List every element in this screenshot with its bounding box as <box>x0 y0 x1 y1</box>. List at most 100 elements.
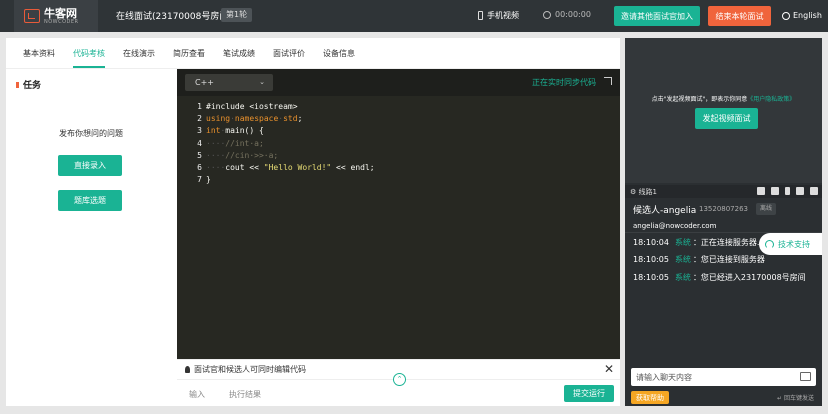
video-hint-text: 点击"发起视频面试"，即表示你同意 <box>651 96 748 103</box>
line-select[interactable]: ⚙ 线路1 <box>630 187 657 197</box>
task-title: 任务 <box>16 78 41 91</box>
task-description: 发布你想问的问题 <box>59 129 123 138</box>
language-select[interactable]: C++ ⌄ <box>185 74 273 91</box>
invite-interviewer-button[interactable]: 邀请其他面试官加入 <box>614 6 700 26</box>
round-badge: 第1轮 <box>221 8 253 22</box>
phone-video-button[interactable]: 手机视频 <box>478 10 519 21</box>
code-token: using <box>206 114 231 124</box>
code-line[interactable]: 6 ···· cout << "Hello World!" << endl; <box>177 162 620 174</box>
tab-bar: 基本资料 代码考核 在线演示 简历查看 笔试成绩 面试评价 设备信息 <box>6 38 620 69</box>
code-token: main() { <box>225 126 264 136</box>
code-token: << endl; <box>331 162 375 172</box>
video-icon[interactable] <box>796 187 804 195</box>
privacy-policy-link[interactable]: 《用户隐私政策》 <box>747 96 795 103</box>
line-number: 7 <box>197 175 202 185</box>
logo-subtitle: NOWCODER <box>44 18 79 25</box>
tab-device-info[interactable]: 设备信息 <box>314 38 364 68</box>
tech-support-label: 技术支持 <box>778 239 810 249</box>
phone-icon <box>478 11 483 20</box>
start-video-button[interactable]: 发起视频面试 <box>695 108 758 129</box>
code-token: ···· <box>206 162 226 172</box>
submit-run-button[interactable]: 提交运行 <box>564 385 614 402</box>
phone-video-label: 手机视频 <box>487 11 519 20</box>
code-line[interactable]: 2 using · namespace · std; <box>177 113 620 125</box>
main-panel: 基本资料 代码考核 在线演示 简历查看 笔试成绩 面试评价 设备信息 任务 发布… <box>6 38 620 406</box>
interview-timer: 00:00:00 <box>543 10 591 19</box>
enter-send-hint: ↵ 回车键发送 <box>777 395 814 402</box>
microphone-icon[interactable] <box>785 187 790 195</box>
direct-input-button[interactable]: 直接录入 <box>58 155 122 176</box>
code-line[interactable]: 7} <box>177 174 620 186</box>
code-line[interactable]: 4 ····//int·a; <box>177 138 620 150</box>
chevron-down-icon: ⌄ <box>259 78 265 86</box>
code-token: std <box>283 114 298 124</box>
expand-icon[interactable] <box>604 77 612 85</box>
candidate-name: 候选人-angelia <box>633 206 697 216</box>
code-content[interactable]: 1 #include <iostream> 2 using · namespace · std… <box>177 101 620 186</box>
screenshot-icon[interactable] <box>771 187 779 195</box>
tab-written-scores[interactable]: 笔试成绩 <box>214 38 264 68</box>
tab-resume[interactable]: 简历查看 <box>164 38 214 68</box>
code-token: ···· <box>206 138 226 148</box>
code-token: namespace <box>234 114 279 124</box>
video-consent-hint: 点击"发起视频面试"，即表示你同意《用户隐私政策》 <box>625 94 822 103</box>
tab-evaluation[interactable]: 面试评价 <box>264 38 314 68</box>
language-select-value: C++ <box>195 78 214 87</box>
timer-value: 00:00:00 <box>555 10 591 19</box>
code-line[interactable]: 1 #include <iostream> <box>177 101 620 113</box>
chat-message: 18:10:04 系统 ：正在连接服务器... <box>633 238 765 247</box>
clock-icon <box>543 10 551 19</box>
room-title: 在线面试(23170008号房间) <box>116 12 232 22</box>
camera-icon[interactable] <box>757 187 765 195</box>
language-label: English <box>793 11 822 20</box>
code-line[interactable]: 3 int · main() { <box>177 125 620 137</box>
chat-input-box <box>631 368 816 386</box>
code-token: //int·a; <box>225 138 264 148</box>
line-number: 1 <box>197 102 202 111</box>
code-token: cout << <box>225 162 264 172</box>
chat-message: 18:10:05 系统 ：您已连接到服务器 <box>633 255 765 264</box>
task-pane: 任务 发布你想问的问题 直接录入 题库选题 <box>6 69 176 406</box>
get-help-button[interactable]: 获取帮助 <box>631 391 669 404</box>
tab-basic-info[interactable]: 基本资料 <box>14 38 64 68</box>
code-token: #include <iostream> <box>206 102 298 111</box>
chat-input[interactable] <box>631 368 791 386</box>
end-round-button[interactable]: 结束本轮面试 <box>708 6 771 26</box>
editor-hint: 面试官和候选人可同时编辑代码 <box>194 365 306 374</box>
top-bar: 牛客网 NOWCODER 在线面试(23170008号房间) 第1轮 手机视频 … <box>0 0 828 32</box>
lightbulb-icon <box>185 366 190 373</box>
logo[interactable]: 牛客网 NOWCODER <box>14 0 98 32</box>
line-label: 线路1 <box>638 188 657 196</box>
code-token: } <box>206 175 211 185</box>
tech-support-button[interactable]: 技术支持 <box>759 233 822 255</box>
code-token: "Hello World!" <box>263 162 332 172</box>
line-number: 6 <box>197 162 202 172</box>
chat-message: 18:10:05 系统 ：您已经进入23170008号房间 <box>633 273 806 282</box>
line-bar: ⚙ 线路1 <box>625 185 822 198</box>
tab-online-demo[interactable]: 在线演示 <box>114 38 164 68</box>
collapse-toggle-icon[interactable]: ⌃ <box>393 373 406 386</box>
code-token: ; <box>297 114 303 124</box>
line-number: 2 <box>197 114 202 124</box>
headset-icon <box>765 239 774 249</box>
tab-result[interactable]: 执行结果 <box>229 389 261 400</box>
run-bar: ⌃ 输入 执行结果 提交运行 <box>177 373 620 406</box>
candidate-email: angelia@nowcoder.com <box>633 222 717 230</box>
tab-input[interactable]: 输入 <box>189 389 205 400</box>
close-icon[interactable]: ✕ <box>604 363 614 375</box>
language-switch[interactable]: English <box>782 11 822 20</box>
image-icon[interactable] <box>800 372 811 381</box>
video-area: 点击"发起视频面试"，即表示你同意《用户隐私政策》 发起视频面试 <box>625 38 822 183</box>
code-token: ···· <box>206 150 226 160</box>
tab-code-review[interactable]: 代码考核 <box>64 38 114 68</box>
fullscreen-icon[interactable] <box>810 187 818 195</box>
code-line[interactable]: 5 ····//cin·>>·a; <box>177 150 620 162</box>
code-editor[interactable]: C++ ⌄ 正在实时同步代码 1 #include <iostream> 2 usin… <box>177 69 620 381</box>
side-panel: 点击"发起视频面试"，即表示你同意《用户隐私政策》 发起视频面试 ⚙ 线路1 候… <box>625 38 822 406</box>
status-badge: 离线 <box>756 203 777 215</box>
globe-icon <box>782 11 790 20</box>
question-bank-button[interactable]: 题库选题 <box>58 190 122 211</box>
logo-name: 牛客网 <box>44 6 77 20</box>
line-number: 5 <box>197 150 202 160</box>
sync-status: 正在实时同步代码 <box>532 78 596 87</box>
